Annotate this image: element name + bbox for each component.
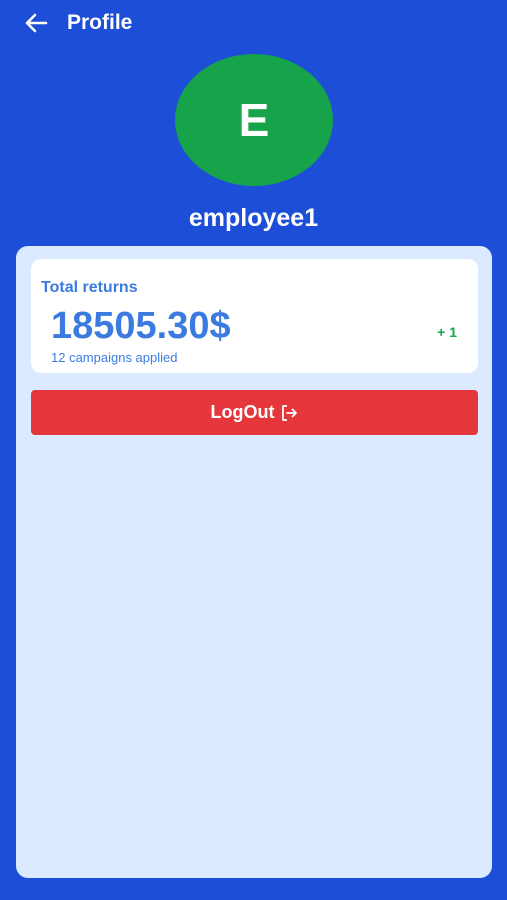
total-returns-amount: 18505.30$ (51, 305, 231, 347)
top-app-bar: Profile (0, 0, 507, 46)
profile-screen: Profile E employee1 Total returns 18505.… (0, 0, 507, 900)
back-button[interactable] (18, 6, 54, 40)
logout-button-label: LogOut (210, 402, 275, 422)
logout-button[interactable]: LogOut (31, 390, 478, 435)
logout-icon (282, 404, 298, 421)
profile-panel: Total returns 18505.30$ 12 campaigns app… (16, 246, 492, 878)
campaigns-applied-text: 12 campaigns applied (51, 350, 178, 365)
page-title: Profile (67, 11, 133, 34)
username: employee1 (188, 204, 319, 232)
returns-delta-badge: + 1 (437, 324, 457, 340)
total-returns-label: Total returns (41, 279, 138, 296)
avatar: E (175, 54, 333, 186)
total-returns-card: Total returns 18505.30$ 12 campaigns app… (31, 259, 478, 373)
avatar-initial: E (238, 94, 270, 146)
arrow-left-icon (25, 13, 48, 33)
